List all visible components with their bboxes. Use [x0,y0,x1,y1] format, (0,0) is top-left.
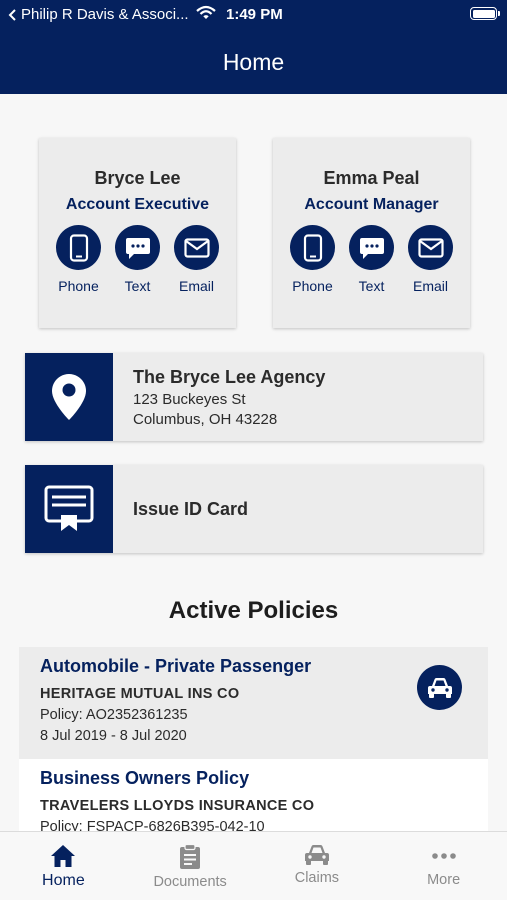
back-arrow-icon [8,8,16,21]
policy-title: Automobile - Private Passenger [40,656,312,676]
back-app-label: Philip R Davis & Associ... [21,6,189,23]
policy-dates: 8 Jul 2019 - 8 Jul 2020 [40,728,187,744]
email-label: Email [178,278,214,294]
car-icon [304,845,329,865]
active-policies-heading: Active Policies [168,597,339,624]
email-icon [183,237,210,258]
contact-card-account-manager: Emma Peal Account Manager Phone Text Ema… [273,138,470,328]
phone-icon [303,233,322,262]
policy-item[interactable]: Business Owners Policy TRAVELERS LLOYDS … [19,759,488,831]
policies-list[interactable]: Automobile - Private Passenger HERITAGE … [19,647,488,831]
policy-carrier: HERITAGE MUTUAL INS CO [40,686,240,702]
contact-role: Account Manager [304,196,439,213]
policy-title: Business Owners Policy [40,768,250,788]
issue-id-card-label: Issue ID Card [133,498,249,519]
home-icon [51,845,76,867]
email-button[interactable]: Email [174,225,219,294]
agency-card[interactable]: The Bryce Lee Agency 123 Buckeyes St Col… [25,353,483,441]
phone-label: Phone [58,278,99,294]
status-time: 1:49 PM [226,6,283,23]
phone-icon [69,233,88,262]
nav-bar: Home [0,30,507,94]
battery-icon [470,7,500,20]
phone-label: Phone [292,278,333,294]
tab-home[interactable]: Home [0,832,127,900]
tab-label: More [427,872,461,888]
clipboard-icon [180,844,201,869]
policy-item[interactable]: Automobile - Private Passenger HERITAGE … [19,647,488,759]
text-bubble-icon [359,237,384,259]
agency-name: The Bryce Lee Agency [133,366,326,387]
id-card-icon-box [25,465,113,553]
issue-id-card-button[interactable]: Issue ID Card [25,465,483,553]
tab-claims[interactable]: Claims [254,832,381,900]
agency-icon-box [25,353,113,441]
policy-number: Policy: FSPACP-6826B395-042-10 [40,819,265,831]
text-label: Text [358,278,385,294]
contact-card-account-executive: Bryce Lee Account Executive Phone Text E… [39,138,236,328]
text-button[interactable]: Text [115,225,160,294]
phone-button[interactable]: Phone [290,225,335,294]
policy-number: Policy: AO2352361235 [40,707,188,723]
policy-carrier: TRAVELERS LLOYDS INSURANCE CO [40,798,315,814]
status-bar: Philip R Davis & Associ... 1:49 PM [0,0,507,30]
text-bubble-icon [125,237,150,259]
car-icon [427,677,452,698]
contact-name: Bryce Lee [94,168,181,188]
email-button[interactable]: Email [408,225,453,294]
car-badge [417,665,462,710]
tab-bar: Home Documents Claims More [0,831,507,900]
contact-role: Account Executive [65,196,210,213]
tab-more[interactable]: More [380,832,507,900]
back-to-app-link[interactable]: Philip R Davis & Associ... [8,6,189,23]
more-dots-icon [431,853,456,859]
tab-label: Claims [294,870,340,886]
email-label: Email [412,278,448,294]
id-card-icon [44,485,94,531]
email-icon [417,237,444,258]
location-pin-icon [52,374,86,420]
text-button[interactable]: Text [349,225,394,294]
wifi-icon [196,5,216,19]
agency-address-line1: 123 Buckeyes St [133,390,246,408]
tab-label: Home [42,872,85,889]
agency-address-line2: Columbus, OH 43228 [133,410,278,428]
contact-name: Emma Peal [323,168,420,188]
tab-documents[interactable]: Documents [127,832,254,900]
page-title: Home [222,48,285,75]
tab-label: Documents [153,874,227,890]
phone-button[interactable]: Phone [56,225,101,294]
text-label: Text [124,278,151,294]
